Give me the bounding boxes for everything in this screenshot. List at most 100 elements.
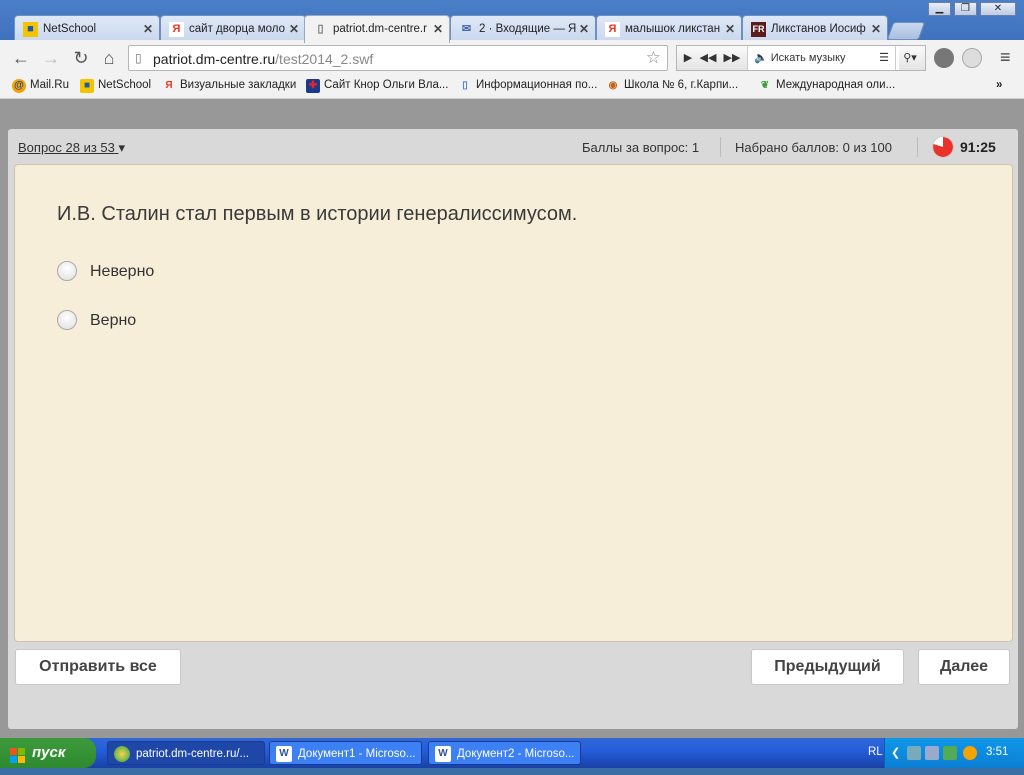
quiz-header: Вопрос 28 из 53 ▾ Баллы за вопрос: 1 Наб… <box>8 129 1018 163</box>
bookmark-school6[interactable]: ◉ Школа № 6, г.Карпи... <box>606 79 739 91</box>
question-nav-label: Вопрос 28 из 53 <box>18 140 115 155</box>
antivirus-icon[interactable] <box>963 746 977 760</box>
tab-likstanov[interactable]: FR Ликстанов Иосиф ✕ <box>742 15 888 42</box>
task-label: Документ2 - Microso... <box>457 748 575 760</box>
tab-malyshok[interactable]: Я малышок ликстан ✕ <box>596 15 742 42</box>
nvidia-icon[interactable] <box>943 746 957 760</box>
word-icon: W <box>435 746 451 762</box>
page-icon: ▯ <box>135 51 142 65</box>
next-button[interactable]: Далее <box>918 649 1010 685</box>
yandex-icon: Я <box>169 22 184 37</box>
fr-icon: FR <box>751 22 766 37</box>
start-label: пуск <box>32 744 66 761</box>
tab-label: Ликстанов Иосиф <box>771 23 866 35</box>
url-path: /test2014_2.swf <box>275 51 374 67</box>
timer-icon <box>932 136 954 158</box>
bookmark-label: NetSchool <box>98 79 152 91</box>
back-icon[interactable]: ← <box>10 48 32 68</box>
caret-down-icon: ▾ <box>118 140 126 155</box>
menu-lines-icon[interactable]: ☰ <box>877 46 891 70</box>
previous-button[interactable]: Предыдущий <box>751 649 904 685</box>
music-search-label: Искать музыку <box>770 52 846 64</box>
timer-value: 91:25 <box>960 139 996 155</box>
clock: 3:51 <box>986 746 1009 758</box>
reload-icon[interactable]: ↻ <box>70 48 92 68</box>
bookmark-label: Сайт Кнор Ольги Вла... <box>324 79 449 91</box>
url-host: patriot.dm-centre.ru <box>153 51 276 67</box>
mail-icon: ✉ <box>461 23 472 35</box>
taskbar-item-browser[interactable]: patriot.dm-centre.ru/... <box>107 741 265 765</box>
quiz-player: Вопрос 28 из 53 ▾ Баллы за вопрос: 1 Наб… <box>8 129 1018 729</box>
tab-inbox[interactable]: ✉ 2 · Входящие — Я ✕ <box>450 15 596 42</box>
close-window-button[interactable]: ✕ <box>980 2 1016 16</box>
close-icon[interactable]: ✕ <box>725 16 735 42</box>
bookmark-knor[interactable]: ✚ Сайт Кнор Ольги Вла... <box>306 79 449 93</box>
network-icon[interactable] <box>907 746 921 760</box>
bookmark-visual[interactable]: Я Визуальные закладки <box>162 79 296 91</box>
maximize-button[interactable]: ❐ <box>954 2 977 16</box>
close-icon[interactable]: ✕ <box>433 16 443 42</box>
bookmark-label: Информационная по... <box>476 79 598 91</box>
start-button[interactable]: пуск <box>0 738 96 768</box>
menu-icon[interactable]: ≡ <box>1000 47 1011 68</box>
tab-label: 2 · Входящие — Я <box>479 23 577 35</box>
points-per-question: Баллы за вопрос: 1 <box>582 140 700 155</box>
tab-label: сайт дворца моло <box>189 23 285 35</box>
mailru-icon: @ <box>12 79 26 93</box>
extension-icon[interactable] <box>934 48 954 68</box>
tab-strip: ■ NetSchool ✕ Я сайт дворца моло ✕ ▯ pat… <box>0 0 1024 43</box>
close-icon[interactable]: ✕ <box>579 16 589 42</box>
extension-circle-icon[interactable] <box>962 48 982 68</box>
close-icon[interactable]: ✕ <box>871 16 881 42</box>
language-indicator[interactable]: RL <box>868 746 883 758</box>
page-icon: ▯ <box>462 80 468 91</box>
minimize-button[interactable]: ▁ <box>928 2 951 16</box>
forward-icon[interactable]: → <box>40 48 62 68</box>
option-label: Неверно <box>90 263 155 280</box>
display-icon[interactable] <box>925 746 939 760</box>
tab-yandex-dvorets[interactable]: Я сайт дворца моло ✕ <box>160 15 306 42</box>
task-label: Документ1 - Microso... <box>298 748 416 760</box>
close-icon[interactable]: ✕ <box>143 16 153 42</box>
page-icon: ▯ <box>317 23 324 35</box>
windows-logo-icon <box>10 745 26 763</box>
bookmark-netschool[interactable]: ■ NetSchool <box>80 79 152 93</box>
task-label: patriot.dm-centre.ru/... <box>136 748 250 760</box>
question-text: И.В. Сталин стал первым в истории генера… <box>57 203 578 225</box>
submit-all-button[interactable]: Отправить все <box>15 649 181 685</box>
school-icon: ◉ <box>608 80 618 91</box>
netschool-icon: ■ <box>23 22 38 37</box>
question-card: И.В. Сталин стал первым в истории генера… <box>14 164 1013 642</box>
yandex-icon: Я <box>605 22 620 37</box>
bookmark-label: Школа № 6, г.Карпи... <box>624 79 739 91</box>
bookmark-star-icon[interactable]: ☆ <box>646 48 661 68</box>
address-bar[interactable]: ▯ patriot.dm-centre.ru/test2014_2.swf ☆ <box>128 45 668 71</box>
tab-label: NetSchool <box>43 23 97 35</box>
bookmark-label: Mail.Ru <box>30 79 69 91</box>
taskbar-item-word2[interactable]: W Документ2 - Microso... <box>428 741 581 765</box>
taskbar-item-word1[interactable]: W Документ1 - Microso... <box>269 741 422 765</box>
tab-patriot-active[interactable]: ▯ patriot.dm-centre.r ✕ <box>304 15 450 43</box>
new-tab-button[interactable] <box>886 22 926 40</box>
tab-label: patriot.dm-centre.r <box>333 23 427 35</box>
fast-forward-icon[interactable]: ▶▶ <box>721 46 743 70</box>
bookmark-mailru[interactable]: @ Mail.Ru <box>12 79 69 93</box>
total-score: Набрано баллов: 0 из 100 <box>735 140 892 155</box>
chevron-left-icon[interactable]: ❮ <box>891 746 900 759</box>
leaf-icon: ❦ <box>760 80 770 91</box>
rewind-icon[interactable]: ◀◀ <box>697 46 719 70</box>
home-icon[interactable]: ⌂ <box>98 48 120 68</box>
yandex-icon: Я <box>165 80 173 91</box>
more-bookmarks-chevron-icon[interactable]: » <box>996 79 1002 91</box>
play-icon[interactable]: ▶ <box>679 46 697 70</box>
chrome-icon <box>114 746 130 762</box>
close-icon[interactable]: ✕ <box>289 16 299 42</box>
radio-button[interactable] <box>57 261 77 281</box>
question-navigation-dropdown[interactable]: Вопрос 28 из 53 ▾ <box>18 140 125 156</box>
tab-netschool[interactable]: ■ NetSchool ✕ <box>14 15 160 42</box>
bookmark-olympiad[interactable]: ❦ Международная оли... <box>758 79 895 91</box>
bookmark-info[interactable]: ▯ Информационная по... <box>458 79 597 91</box>
search-icon[interactable]: ⚲▾ <box>895 46 924 70</box>
radio-button[interactable] <box>57 310 77 330</box>
uk-flag-icon: ✚ <box>306 79 320 93</box>
